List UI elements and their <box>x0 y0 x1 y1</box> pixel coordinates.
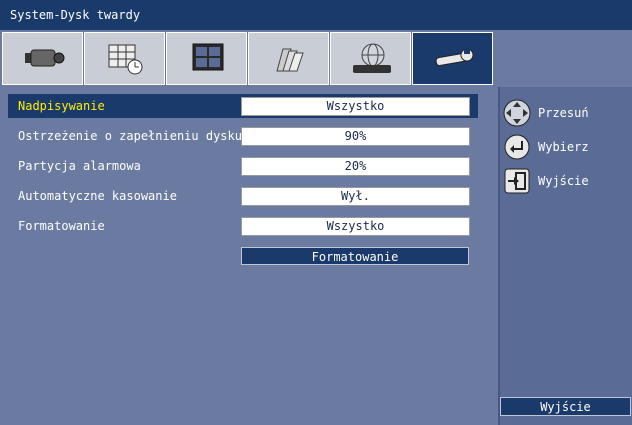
tab-camera[interactable] <box>2 32 83 85</box>
network-icon <box>353 43 391 73</box>
legend-exit: Wyjście <box>502 167 632 195</box>
legend-move: Przesuń <box>502 99 632 127</box>
window-title: System-Dysk twardy <box>10 8 141 22</box>
legend-move-label: Przesuń <box>538 106 589 120</box>
title-bar: System-Dysk twardy <box>0 0 632 30</box>
setting-value[interactable]: Wszystko <box>241 97 470 116</box>
setting-value[interactable]: Wył. <box>241 187 470 206</box>
tab-archive[interactable] <box>248 32 329 85</box>
tools-icon <box>435 48 474 67</box>
setting-value[interactable]: Wszystko <box>241 217 470 236</box>
setting-value[interactable]: 20% <box>241 157 470 176</box>
setting-label: Automatyczne kasowanie <box>18 189 177 203</box>
setting-auto-delete[interactable]: Automatyczne kasowanie Wył. <box>8 184 478 208</box>
setting-formatting[interactable]: Formatowanie Wszystko <box>8 214 478 238</box>
setting-value[interactable]: 90% <box>241 127 470 146</box>
setting-label: Ostrzeżenie o zapełnieniu dysku <box>18 129 242 143</box>
exit-button[interactable]: Wyjście <box>500 397 631 416</box>
schedule-icon <box>108 44 143 75</box>
setting-disk-full-warning[interactable]: Ostrzeżenie o zapełnieniu dysku 90% <box>8 124 478 148</box>
legend-select: Wybierz <box>502 133 632 161</box>
legend-panel: Przesuń Wybierz Wyjście <box>498 87 632 425</box>
setting-overwrite[interactable]: Nadpisywanie Wszystko <box>8 94 478 118</box>
tab-bar <box>0 30 632 87</box>
tab-network[interactable] <box>330 32 411 85</box>
tab-tools[interactable] <box>412 32 493 85</box>
monitor-icon <box>192 43 224 71</box>
format-button[interactable]: Formatowanie <box>241 247 469 265</box>
legend-select-label: Wybierz <box>538 140 589 154</box>
tab-schedule[interactable] <box>84 32 165 85</box>
setting-label: Nadpisywanie <box>18 99 105 113</box>
setting-label: Partycja alarmowa <box>18 159 141 173</box>
exit-icon <box>504 168 530 194</box>
dpad-icon <box>503 99 531 127</box>
legend-exit-label: Wyjście <box>538 174 589 188</box>
camera-icon <box>25 49 65 67</box>
setting-label: Formatowanie <box>18 219 105 233</box>
setting-alarm-partition[interactable]: Partycja alarmowa 20% <box>8 154 478 178</box>
enter-icon <box>504 134 530 160</box>
archive-icon <box>276 48 304 72</box>
tab-monitor[interactable] <box>166 32 247 85</box>
